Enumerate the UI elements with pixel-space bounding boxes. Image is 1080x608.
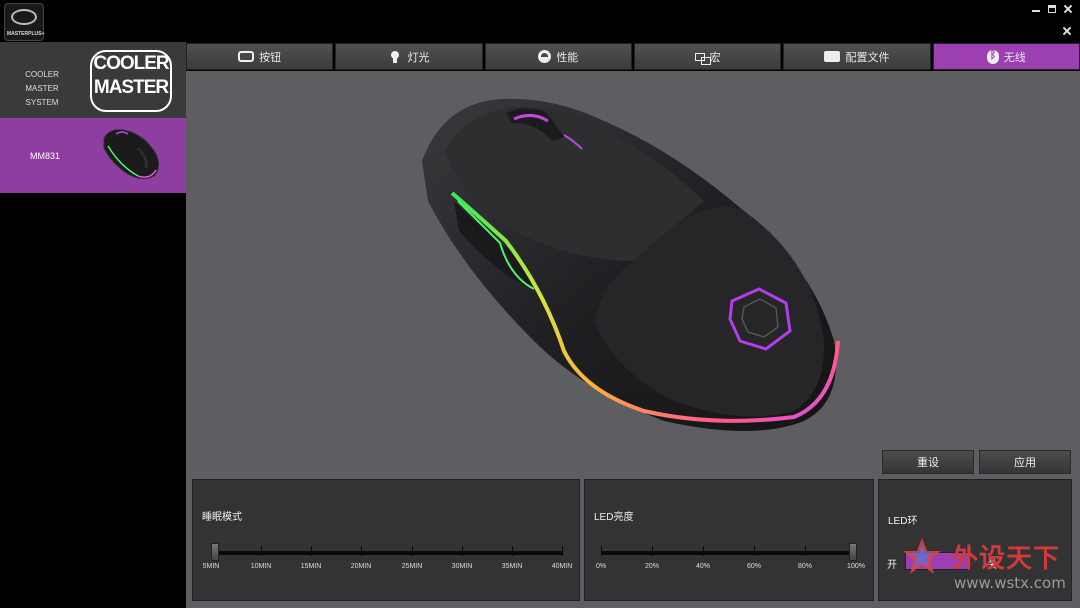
- slider-tick: [462, 546, 463, 556]
- logo-line-1: COOLER: [93, 53, 169, 74]
- tab-wireless[interactable]: 无线: [932, 43, 1080, 70]
- tab-label: 宏: [709, 51, 721, 64]
- slider-thumb[interactable]: [211, 543, 219, 561]
- device-name: MM831: [30, 151, 61, 161]
- led-brightness-title: LED亮度: [594, 512, 634, 523]
- profile-file-icon: [824, 51, 841, 62]
- tab-label: 灯光: [407, 51, 430, 64]
- logo-line-2: MASTER: [93, 77, 169, 98]
- slider-tick: [754, 546, 755, 556]
- window-controls: [1032, 5, 1072, 13]
- slider-tick-label[interactable]: 60%: [747, 563, 761, 570]
- apply-button[interactable]: 应用: [979, 450, 1071, 474]
- slider-tick-label[interactable]: 10MIN: [251, 563, 272, 570]
- slider-tick: [361, 546, 362, 556]
- tab-label: 按钮: [259, 51, 282, 64]
- tools-icon[interactable]: [1062, 26, 1072, 36]
- slider-tick-label[interactable]: 0%: [596, 563, 606, 570]
- slider-tick-label[interactable]: 15MIN: [301, 563, 322, 570]
- led-brightness-panel: LED亮度 0% 20% 40% 60% 80% 100%: [584, 479, 874, 601]
- slider-tick-label[interactable]: 80%: [798, 563, 812, 570]
- mouse-render: [422, 98, 840, 431]
- slider-tick-label[interactable]: 25MIN: [402, 563, 423, 570]
- slider-tick-label[interactable]: 100%: [847, 563, 865, 570]
- sleep-mode-slider[interactable]: 5MIN 10MIN 15MIN 20MIN 25MIN 30MIN 35MIN 40MIN: [203, 543, 572, 570]
- slider-tick-label[interactable]: 20MIN: [351, 563, 372, 570]
- led-brightness-slider[interactable]: 0% 20% 40% 60% 80% 100%: [596, 543, 865, 570]
- led-ring-title: LED环: [888, 516, 918, 527]
- maximize-icon[interactable]: [1048, 5, 1056, 13]
- slider-tick: [512, 546, 513, 556]
- slider-thumb[interactable]: [849, 543, 857, 561]
- tab-bar: 按钮 灯光 性能 宏 配置文件 无线: [186, 43, 1080, 71]
- slider-tick-label[interactable]: 20%: [645, 563, 659, 570]
- watermark-url: www.wstx.com: [954, 574, 1066, 592]
- slider-tick: [703, 546, 704, 556]
- slider-tick: [562, 546, 563, 556]
- bluetooth-icon: [986, 49, 999, 64]
- watermark-title: 外设天下: [952, 544, 1061, 574]
- tab-macro[interactable]: 宏: [633, 43, 782, 70]
- macro-icon: [694, 52, 711, 65]
- title-bar: MASTERPLUS+: [0, 0, 1080, 42]
- slider-tick-label[interactable]: 40%: [696, 563, 710, 570]
- device-item-mm831[interactable]: MM831: [0, 118, 186, 193]
- gauge-icon: [538, 50, 552, 63]
- mouse-thumbnail-icon: [103, 129, 160, 180]
- system-label: COOLER MASTER SYSTEM: [25, 70, 59, 107]
- slider-tick: [261, 546, 262, 556]
- keyboard-icon: [238, 51, 255, 62]
- slider-tick: [652, 546, 653, 556]
- app-logo-text: MASTERPLUS+: [7, 31, 45, 37]
- watermark: 外设天下 www.wstx.com: [892, 526, 1080, 608]
- brand-panel[interactable]: COOLER MASTER SYSTEM COOLER MASTER: [0, 42, 186, 118]
- slider-tick-label[interactable]: 40MIN: [552, 563, 573, 570]
- sidebar: COOLER MASTER SYSTEM COOLER MASTER MM831: [0, 42, 186, 608]
- tab-buttons[interactable]: 按钮: [186, 43, 334, 70]
- slider-tick-label[interactable]: 35MIN: [502, 563, 523, 570]
- masterplus-logo[interactable]: MASTERPLUS+: [4, 3, 44, 41]
- close-icon[interactable]: [1064, 5, 1072, 13]
- tab-profiles[interactable]: 配置文件: [783, 43, 931, 70]
- slider-tick-label[interactable]: 30MIN: [452, 563, 473, 570]
- slider-tick: [805, 546, 806, 556]
- tab-performance[interactable]: 性能: [484, 43, 632, 70]
- slider-tick-label[interactable]: 5MIN: [203, 563, 220, 570]
- reset-button[interactable]: 重设: [882, 450, 974, 474]
- slider-tick: [311, 546, 312, 556]
- lightbulb-icon: [388, 50, 402, 63]
- star-logo-icon: [903, 538, 941, 574]
- slider-tick: [412, 546, 413, 556]
- slider-tick: [601, 546, 602, 556]
- tab-label: 配置文件: [845, 51, 890, 64]
- tab-lighting[interactable]: 灯光: [335, 43, 483, 70]
- minimize-icon[interactable]: [1032, 5, 1040, 12]
- tab-label: 无线: [1003, 51, 1026, 64]
- cooler-master-logo: COOLER MASTER: [90, 50, 172, 112]
- tab-label: 性能: [556, 51, 579, 64]
- sleep-mode-title: 睡眠模式: [202, 512, 242, 523]
- sleep-mode-panel: 睡眠模式 5MIN 10MIN 15MIN 20MIN 25MIN 30MIN 35MIN 4…: [192, 479, 580, 601]
